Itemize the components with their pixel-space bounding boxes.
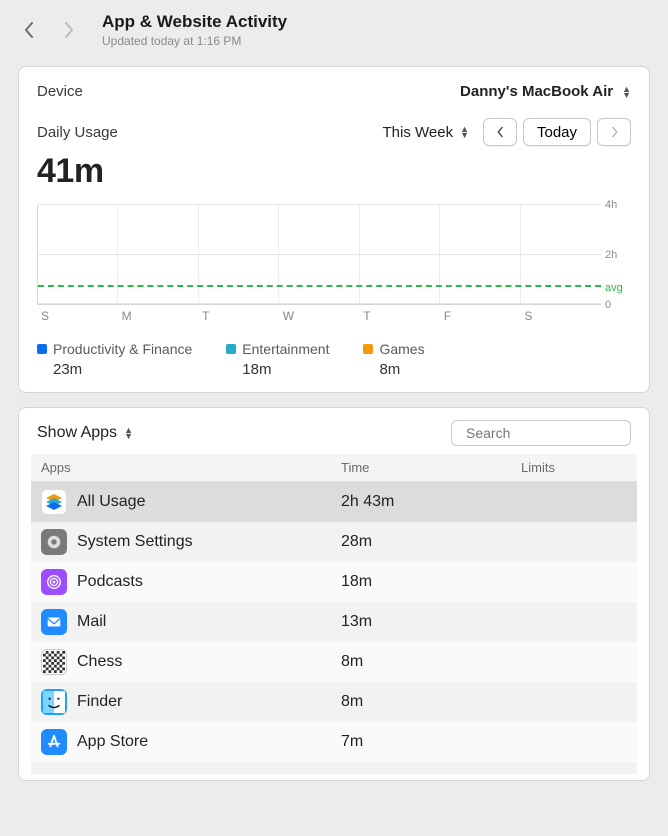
app-row[interactable]: App Store 7m bbox=[31, 722, 637, 762]
legend-time: 8m bbox=[363, 361, 424, 378]
avg-label: avg bbox=[605, 282, 623, 294]
mail-icon bbox=[41, 609, 67, 635]
chess-icon bbox=[41, 649, 67, 675]
search-input[interactable] bbox=[466, 425, 647, 441]
app-name-label: System Settings bbox=[77, 533, 193, 551]
prev-period-button[interactable] bbox=[483, 118, 517, 146]
overflow-row-peek bbox=[31, 762, 637, 774]
range-selected-value: This Week bbox=[383, 124, 454, 141]
forward-button[interactable] bbox=[58, 19, 80, 41]
app-time: 8m bbox=[341, 653, 521, 671]
apps-table-header: Apps Time Limits bbox=[31, 454, 637, 482]
activity-panel: Device Danny's MacBook Air ▲▼ Daily Usag… bbox=[18, 66, 650, 393]
app-name-label: Podcasts bbox=[77, 573, 143, 591]
col-limits[interactable]: Limits bbox=[521, 460, 627, 475]
app-time: 2h 43m bbox=[341, 493, 521, 511]
page-title: App & Website Activity bbox=[102, 12, 287, 32]
y-tick: 4h bbox=[605, 199, 617, 211]
legend-label: Games bbox=[379, 341, 424, 357]
legend-time: 18m bbox=[226, 361, 329, 378]
daily-usage-label: Daily Usage bbox=[37, 124, 118, 141]
x-tick: M bbox=[118, 309, 199, 323]
podcasts-icon bbox=[41, 569, 67, 595]
updown-icon: ▲▼ bbox=[622, 86, 631, 98]
app-name-label: Chess bbox=[77, 653, 122, 671]
updown-icon: ▲▼ bbox=[124, 427, 133, 439]
app-row[interactable]: Chess 8m bbox=[31, 642, 637, 682]
legend-swatch bbox=[363, 344, 373, 354]
device-label: Device bbox=[37, 83, 83, 100]
device-select[interactable]: Danny's MacBook Air ▲▼ bbox=[460, 83, 631, 100]
stack-icon bbox=[41, 489, 67, 515]
legend-label: Entertainment bbox=[242, 341, 329, 357]
legend-item: Entertainment 18m bbox=[226, 341, 329, 378]
legend-swatch bbox=[37, 344, 47, 354]
apps-panel: Show Apps ▲▼ Apps Time Limits All Usage 2… bbox=[18, 407, 650, 781]
app-time: 8m bbox=[341, 693, 521, 711]
range-select[interactable]: This Week ▲▼ bbox=[379, 122, 474, 143]
y-tick: 0 bbox=[605, 299, 611, 311]
col-apps[interactable]: Apps bbox=[41, 460, 341, 475]
chart-x-axis: SMTWTFS bbox=[37, 309, 631, 323]
device-selected-value: Danny's MacBook Air bbox=[460, 83, 613, 100]
app-time: 28m bbox=[341, 533, 521, 551]
daily-usage-total: 41m bbox=[37, 152, 631, 191]
x-tick: S bbox=[37, 309, 118, 323]
legend-swatch bbox=[226, 344, 236, 354]
today-button[interactable]: Today bbox=[523, 118, 591, 146]
app-row[interactable]: Mail 13m bbox=[31, 602, 637, 642]
app-time: 13m bbox=[341, 613, 521, 631]
show-mode-select[interactable]: Show Apps ▲▼ bbox=[37, 424, 133, 442]
usage-chart: 02h4havg bbox=[37, 205, 631, 305]
x-tick: W bbox=[279, 309, 360, 323]
back-button[interactable] bbox=[18, 19, 40, 41]
app-name-label: All Usage bbox=[77, 493, 145, 511]
avg-line bbox=[38, 285, 601, 287]
app-row[interactable]: Podcasts 18m bbox=[31, 562, 637, 602]
header: App & Website Activity Updated today at … bbox=[0, 0, 668, 52]
x-tick: S bbox=[520, 309, 601, 323]
app-time: 7m bbox=[341, 733, 521, 751]
y-tick: 2h bbox=[605, 249, 617, 261]
app-row[interactable]: System Settings 28m bbox=[31, 522, 637, 562]
chart-legend: Productivity & Finance 23m Entertainment 18… bbox=[37, 341, 631, 378]
x-tick: T bbox=[198, 309, 279, 323]
search-field[interactable] bbox=[451, 420, 631, 446]
legend-time: 23m bbox=[37, 361, 192, 378]
gear-icon bbox=[41, 529, 67, 555]
apps-table-body: All Usage 2h 43m System Settings 28m Podcast… bbox=[31, 482, 637, 762]
legend-label: Productivity & Finance bbox=[53, 341, 192, 357]
app-name-label: App Store bbox=[77, 733, 148, 751]
page-subtitle: Updated today at 1:16 PM bbox=[102, 34, 287, 48]
app-row[interactable]: All Usage 2h 43m bbox=[31, 482, 637, 522]
x-tick: T bbox=[359, 309, 440, 323]
app-time: 18m bbox=[341, 573, 521, 591]
col-time[interactable]: Time bbox=[341, 460, 521, 475]
x-tick: F bbox=[440, 309, 521, 323]
app-name-label: Finder bbox=[77, 693, 122, 711]
appstore-icon bbox=[41, 729, 67, 755]
legend-item: Productivity & Finance 23m bbox=[37, 341, 192, 378]
next-period-button[interactable] bbox=[597, 118, 631, 146]
updown-icon: ▲▼ bbox=[460, 126, 469, 138]
legend-item: Games 8m bbox=[363, 341, 424, 378]
app-name-label: Mail bbox=[77, 613, 106, 631]
finder-icon bbox=[41, 689, 67, 715]
show-mode-label: Show Apps bbox=[37, 424, 117, 442]
app-row[interactable]: Finder 8m bbox=[31, 682, 637, 722]
